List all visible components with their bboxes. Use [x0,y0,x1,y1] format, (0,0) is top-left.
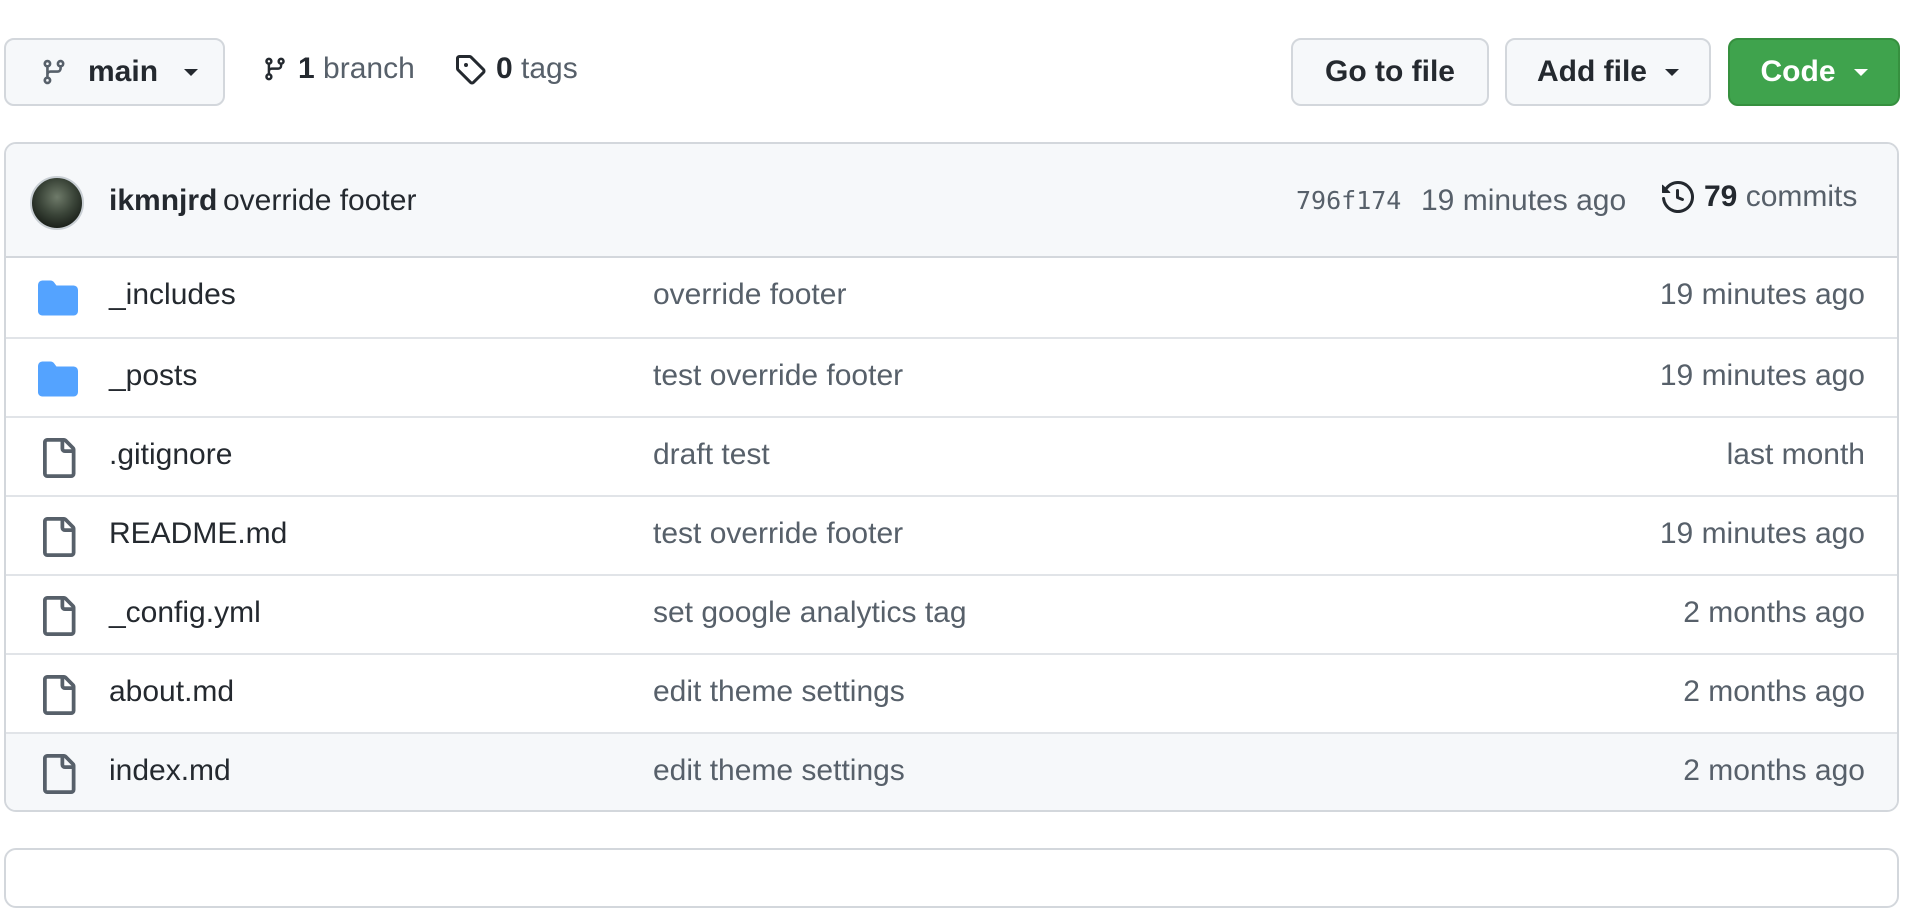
commit-time: 19 minutes ago [1421,184,1627,217]
file-name[interactable]: README.md [109,517,287,551]
file-name[interactable]: _includes [109,278,236,312]
file-icon [43,754,76,794]
file-icon [43,596,76,636]
file-browser: ikmnjrd override footer 796f174 19 minut… [4,142,1899,812]
chevron-down-icon [1853,68,1868,76]
readme-box [4,848,1899,908]
file-row[interactable]: about.md edit theme settings 2 months ag… [6,653,1897,732]
branch-label: branch [323,52,415,85]
file-row[interactable]: README.md test override footer 19 minute… [6,495,1897,574]
commit-count: 79 [1704,180,1738,213]
file-commit-message[interactable]: set google analytics tag [653,596,967,630]
file-commit-message[interactable]: edit theme settings [653,754,905,788]
tag-label: tags [521,52,578,85]
file-commit-date: 19 minutes ago [1659,359,1865,392]
chevron-down-icon [1665,68,1679,76]
file-commit-date: 2 months ago [1683,675,1865,708]
file-commit-date: 19 minutes ago [1659,517,1865,550]
commit-count-label: commits [1745,180,1858,213]
folder-icon [38,280,78,316]
file-commit-date: last month [1726,438,1865,471]
branch-select-button[interactable]: main [4,38,225,106]
file-row[interactable]: index.md edit theme settings 2 months ag… [6,732,1897,810]
file-commit-date: 2 months ago [1683,754,1865,787]
file-name[interactable]: .gitignore [109,438,232,472]
repo-toolbar: main 1 branch 0 tags Go to file Add file… [0,0,1920,140]
file-row[interactable]: _posts test override footer 19 minutes a… [6,337,1897,416]
latest-commit-bar: ikmnjrd override footer 796f174 19 minut… [6,144,1897,258]
code-label: Code [1760,55,1836,88]
file-icon [43,517,76,557]
chevron-down-icon [184,68,199,76]
commits-link[interactable]: 79 commits [1662,180,1857,214]
commit-author[interactable]: ikmnjrd [109,184,217,218]
avatar[interactable] [30,176,84,230]
file-name[interactable]: _config.yml [109,596,261,630]
file-row[interactable]: _includes override footer 19 minutes ago [6,258,1897,337]
file-icon [43,438,76,478]
file-commit-message[interactable]: test override footer [653,517,903,551]
file-row[interactable]: .gitignore draft test last month [6,416,1897,495]
add-file-label: Add file [1537,55,1647,88]
git-branch-icon [265,57,285,81]
file-commit-date: 19 minutes ago [1659,278,1865,311]
history-icon [1662,181,1694,213]
file-commit-message[interactable]: edit theme settings [653,675,905,709]
code-button[interactable]: Code [1728,38,1900,106]
commit-message[interactable]: override footer [223,184,416,218]
file-row[interactable]: _config.yml set google analytics tag 2 m… [6,574,1897,653]
folder-icon [38,361,78,397]
commit-sha[interactable]: 796f174 [1296,186,1401,215]
branches-link[interactable]: 1 branch [262,52,415,86]
file-commit-message[interactable]: test override footer [653,359,903,393]
tag-icon [456,55,486,85]
git-branch-icon [43,59,65,85]
go-to-file-label: Go to file [1325,55,1455,88]
file-name[interactable]: _posts [109,359,197,393]
branch-name: main [88,55,159,88]
file-icon [43,675,76,715]
tags-link[interactable]: 0 tags [454,52,578,86]
branch-count: 1 [298,52,315,85]
go-to-file-button[interactable]: Go to file [1291,38,1489,106]
file-commit-date: 2 months ago [1683,596,1865,629]
tag-count: 0 [496,52,513,85]
file-commit-message[interactable]: override footer [653,278,846,312]
add-file-button[interactable]: Add file [1505,38,1711,106]
file-name[interactable]: about.md [109,675,234,709]
file-commit-message[interactable]: draft test [653,438,770,472]
file-name[interactable]: index.md [109,754,231,788]
